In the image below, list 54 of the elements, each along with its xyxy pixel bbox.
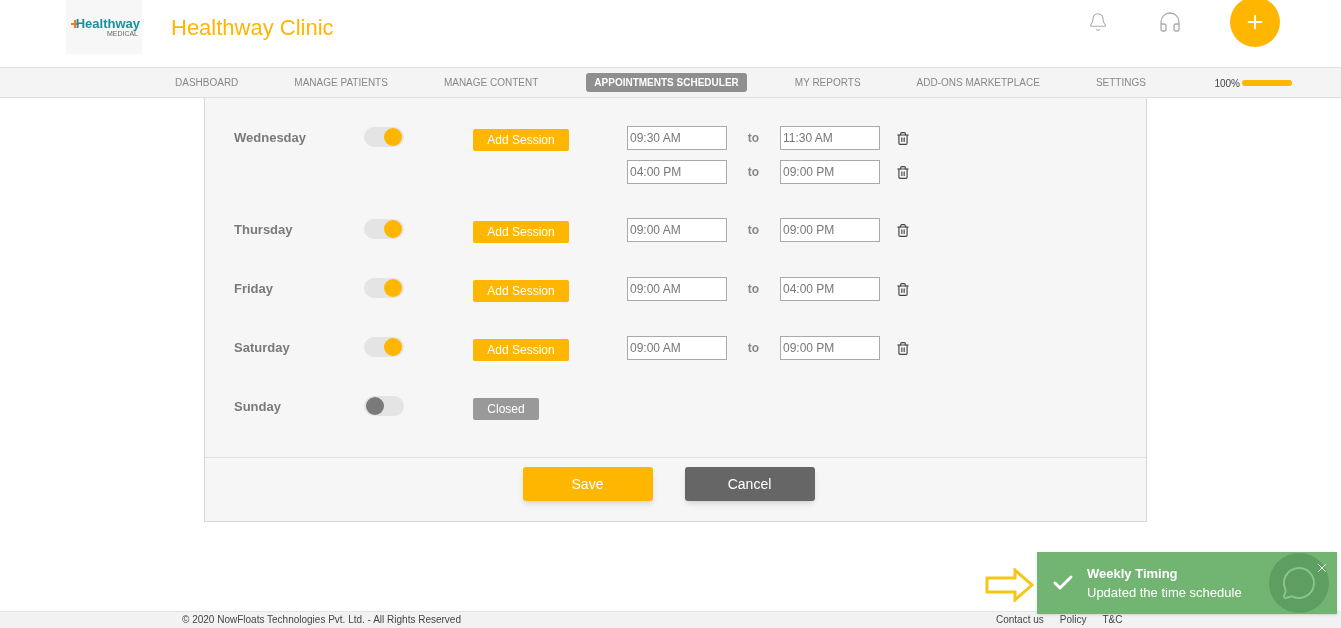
day-label: Saturday <box>234 339 291 357</box>
toggle-switch[interactable] <box>364 278 404 298</box>
end-time-field[interactable]: 04:00 PM <box>780 277 880 301</box>
delete-icon[interactable] <box>896 222 910 238</box>
start-time-field[interactable]: 09:00 AM <box>627 277 727 301</box>
end-time-field[interactable]: 09:00 PM <box>780 218 880 242</box>
add-button[interactable] <box>1230 0 1280 47</box>
clinic-title: Healthway Clinic <box>171 14 334 42</box>
delete-icon[interactable] <box>896 340 910 356</box>
nav-tab[interactable]: DASHBOARD <box>167 73 247 92</box>
to-label: to <box>746 340 761 357</box>
copyright-text: © 2020 NowFloats Technologies Pvt. Ltd. - All Rights Reserved <box>182 613 461 627</box>
nav-tab[interactable]: SETTINGS <box>1087 73 1154 92</box>
to-label: to <box>746 222 761 239</box>
delete-icon[interactable] <box>896 164 910 180</box>
nav-tab[interactable]: ADD-ONS MARKETPLACE <box>908 73 1048 92</box>
nav-tab[interactable]: APPOINTMENTS SCHEDULER <box>586 73 747 92</box>
day-label: Wednesday <box>234 129 307 147</box>
start-time-field[interactable]: 04:00 PM <box>627 160 727 184</box>
day-label: Thursday <box>234 221 294 239</box>
nav-tab[interactable]: MY REPORTS <box>786 73 869 92</box>
nav-tab[interactable]: MANAGE CONTENT <box>435 73 547 92</box>
toast-message: Updated the time schedule <box>1087 584 1242 602</box>
footer-link[interactable]: T&C <box>1102 612 1123 627</box>
footer-link[interactable]: Policy <box>1059 612 1087 627</box>
end-time-field[interactable]: 11:30 AM <box>780 126 880 150</box>
close-icon[interactable] <box>1315 561 1329 575</box>
toggle-switch[interactable] <box>364 219 404 239</box>
headset-icon[interactable] <box>1158 10 1182 34</box>
closed-button[interactable]: Closed <box>473 398 539 420</box>
to-label: to <box>746 130 761 147</box>
end-time-field[interactable]: 09:00 PM <box>780 336 880 360</box>
notification-icon[interactable] <box>1088 11 1108 33</box>
footer-link[interactable]: Contact us <box>996 612 1044 627</box>
start-time-field[interactable]: 09:00 AM <box>627 336 727 360</box>
to-label: to <box>746 281 761 298</box>
nav-tab[interactable]: MANAGE PATIENTS <box>286 73 396 92</box>
toggle-switch[interactable] <box>364 337 404 357</box>
toggle-switch[interactable] <box>364 127 404 147</box>
to-label: to <box>746 164 761 181</box>
day-label: Sunday <box>234 398 282 416</box>
delete-icon[interactable] <box>896 281 910 297</box>
start-time-field[interactable]: 09:30 AM <box>627 126 727 150</box>
arrow-icon <box>985 568 1035 602</box>
toggle-switch[interactable] <box>364 396 404 416</box>
chat-icon <box>1281 565 1317 601</box>
day-label: Friday <box>234 280 274 298</box>
logo-name: Healthway <box>75 17 140 30</box>
end-time-field[interactable]: 09:00 PM <box>780 160 880 184</box>
progress-reading: 100% <box>1214 77 1240 91</box>
cancel-button[interactable]: Cancel <box>684 467 815 501</box>
delete-icon[interactable] <box>896 130 910 146</box>
toast-title: Weekly Timing <box>1087 564 1179 583</box>
start-time-field[interactable]: 09:00 AM <box>627 218 727 242</box>
